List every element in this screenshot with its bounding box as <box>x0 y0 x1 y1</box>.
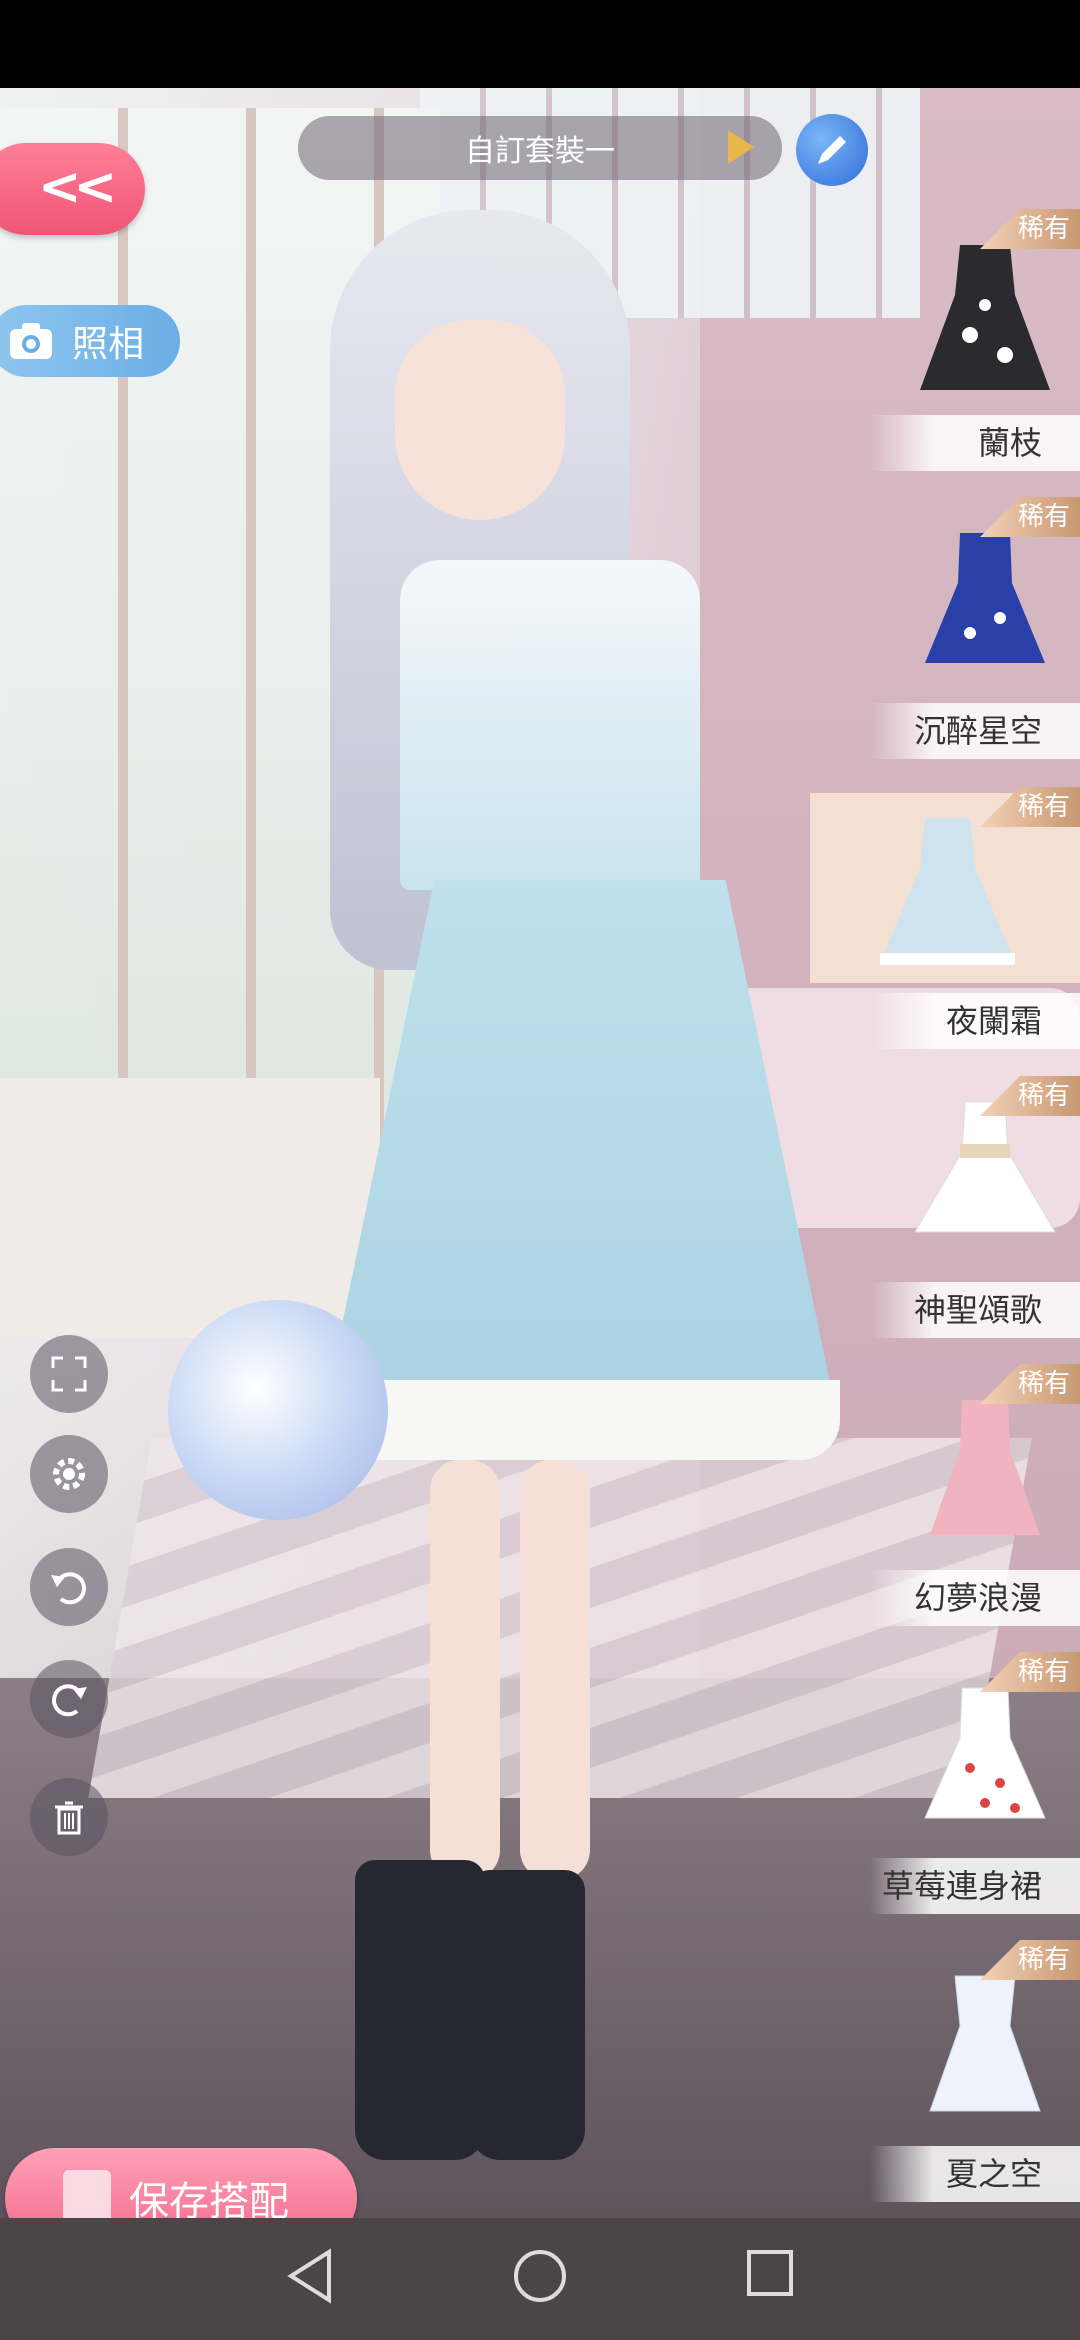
clothing-name: 沉醉星空 <box>870 703 1080 759</box>
character-leg <box>520 1460 590 1880</box>
nav-back-icon[interactable] <box>285 2248 335 2304</box>
outfit-name-bar[interactable]: 自訂套裝一 <box>298 116 782 180</box>
navigation-bar <box>0 2218 1080 2340</box>
nav-recent-icon[interactable] <box>745 2248 795 2298</box>
redo-icon <box>52 1684 87 1717</box>
clothing-item[interactable]: 稀有 沉醉星空 <box>870 497 1080 767</box>
camera-icon <box>10 323 52 359</box>
character-boot <box>355 1860 485 2160</box>
undo-button[interactable] <box>30 1548 108 1626</box>
clothing-name: 神聖頌歌 <box>870 1282 1080 1338</box>
character-ruffle <box>320 1380 840 1460</box>
clothing-item[interactable]: 稀有 草莓連身裙 <box>870 1652 1080 1922</box>
clothing-name: 夏之空 <box>870 2146 1080 2202</box>
delete-button[interactable] <box>30 1778 108 1856</box>
photo-button[interactable]: 照相 <box>0 305 180 377</box>
orb-bag <box>168 1300 388 1520</box>
clothing-name: 草莓連身裙 <box>870 1858 1080 1914</box>
clothing-name: 夜闌霜 <box>870 993 1080 1049</box>
redo-button[interactable] <box>30 1660 108 1738</box>
clothing-item-selected[interactable]: 稀有 夜闌霜 <box>810 787 1080 1057</box>
character-face <box>395 320 565 520</box>
character-boot <box>470 1870 585 2160</box>
clothing-item[interactable]: 稀有 幻夢浪漫 <box>870 1364 1080 1634</box>
clothing-name: 蘭枝 <box>870 415 1080 471</box>
photo-label: 照相 <box>72 324 145 365</box>
trash-icon <box>55 1801 83 1835</box>
status-bar <box>0 0 1080 88</box>
play-arrow-icon <box>728 130 754 164</box>
back-button[interactable]: << <box>0 143 145 235</box>
window-sill <box>0 1078 380 1338</box>
nav-home-icon[interactable] <box>512 2248 568 2304</box>
clothing-name: 幻夢浪漫 <box>870 1570 1080 1626</box>
double-chevron-left-icon: << <box>38 157 117 217</box>
character-bodice <box>400 560 700 890</box>
pencil-icon <box>818 136 846 164</box>
character-leg <box>430 1460 500 1880</box>
clothing-item[interactable]: 稀有 蘭枝 <box>870 209 1080 479</box>
edit-button[interactable] <box>796 114 868 186</box>
clothing-item[interactable]: 稀有 神聖頌歌 <box>870 1076 1080 1346</box>
gear-icon <box>53 1458 85 1490</box>
fullscreen-icon <box>51 1356 87 1392</box>
clothing-item[interactable]: 稀有 夏之空 <box>870 1940 1080 2210</box>
outfit-name: 自訂套裝一 <box>465 134 615 169</box>
settings-button[interactable] <box>30 1435 108 1513</box>
fullscreen-button[interactable] <box>30 1335 108 1413</box>
undo-icon <box>51 1572 86 1605</box>
